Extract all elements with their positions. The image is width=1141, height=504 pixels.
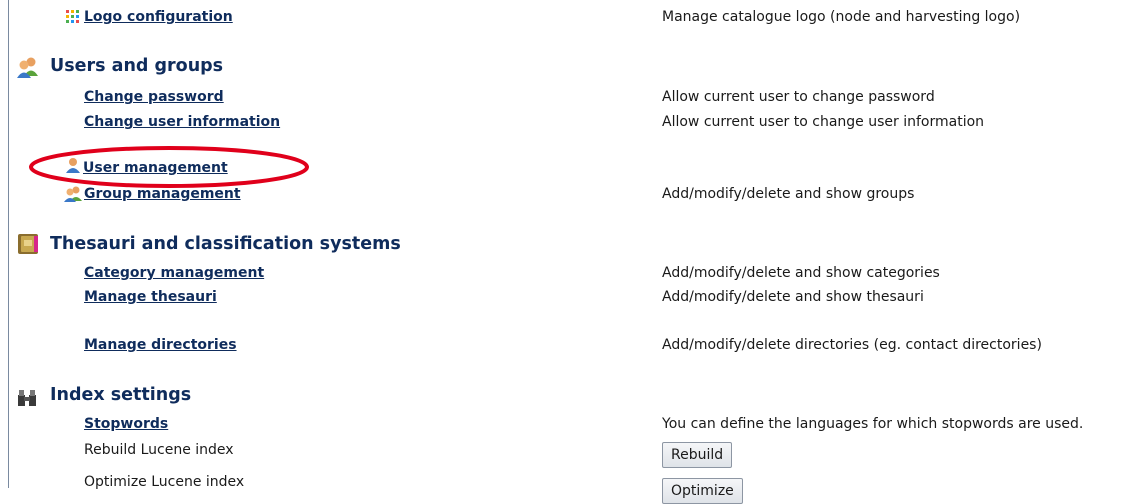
manage-thesauri-desc: Add/modify/delete and show thesauri bbox=[662, 289, 924, 305]
stopwords-desc: You can define the languages for which s… bbox=[662, 416, 1084, 432]
users-groups-title: Users and groups bbox=[50, 56, 224, 76]
rebuild-button[interactable]: Rebuild bbox=[662, 442, 733, 468]
thesauri-title: Thesauri and classification systems bbox=[50, 234, 401, 254]
manage-directories-desc: Add/modify/delete directories (eg. conta… bbox=[662, 337, 1042, 353]
binoculars-icon bbox=[17, 389, 37, 411]
logo-grid-icon bbox=[66, 10, 79, 27]
change-user-information-desc: Allow current user to change user inform… bbox=[662, 114, 985, 130]
group-icon bbox=[64, 186, 82, 206]
users-icon bbox=[16, 56, 40, 82]
logo-configuration-link[interactable]: Logo configuration bbox=[84, 9, 233, 25]
optimize-button[interactable]: Optimize bbox=[662, 478, 743, 504]
index-settings-title: Index settings bbox=[50, 385, 192, 405]
category-management-desc: Add/modify/delete and show categories bbox=[662, 265, 940, 281]
change-password-link[interactable]: Change password bbox=[84, 89, 224, 105]
manage-directories-link[interactable]: Manage directories bbox=[84, 337, 237, 353]
logo-configuration-desc: Manage catalogue logo (node and harvesti… bbox=[662, 9, 1021, 25]
manage-thesauri-link[interactable]: Manage thesauri bbox=[84, 289, 217, 305]
left-border-line bbox=[8, 0, 9, 488]
change-password-desc: Allow current user to change password bbox=[662, 89, 935, 105]
group-management-desc: Add/modify/delete and show groups bbox=[662, 186, 915, 202]
highlight-ellipse bbox=[29, 146, 309, 188]
stopwords-link[interactable]: Stopwords bbox=[84, 416, 168, 432]
thesaurus-book-icon bbox=[17, 233, 39, 259]
change-user-information-link[interactable]: Change user information bbox=[84, 114, 280, 130]
rebuild-index-label: Rebuild Lucene index bbox=[84, 442, 234, 458]
category-management-link[interactable]: Category management bbox=[84, 265, 264, 281]
